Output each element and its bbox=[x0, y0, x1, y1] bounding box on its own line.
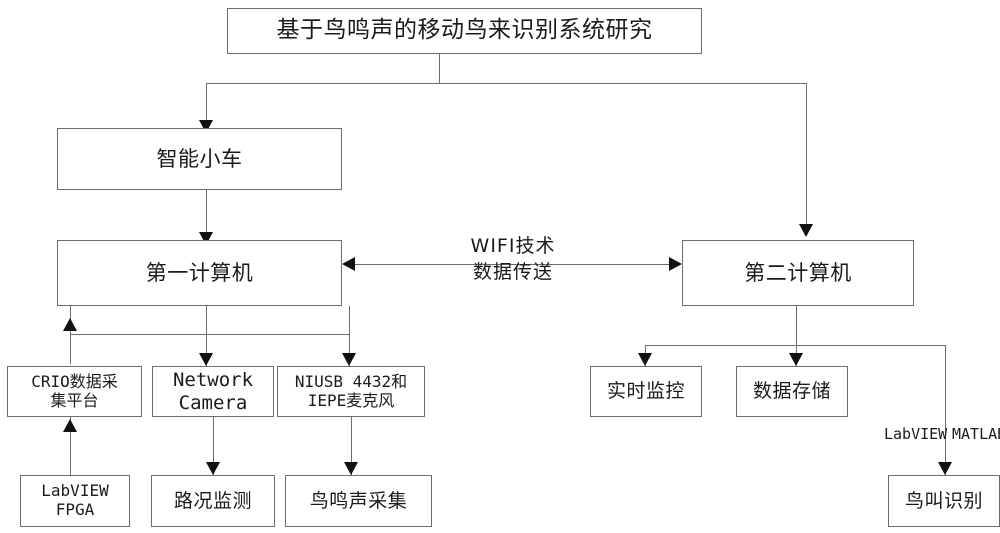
connector-computer2-stem bbox=[796, 306, 797, 345]
connector-computer1-bus-stem-mid bbox=[206, 306, 207, 334]
arrowhead-wifi-to-computer1 bbox=[342, 257, 355, 271]
arrowhead-title-to-computer2 bbox=[799, 224, 813, 237]
node-data-storage: 数据存储 bbox=[736, 366, 848, 417]
edge-label-labview: LabVIEW bbox=[884, 425, 948, 443]
arrowhead-computer1-to-niusb bbox=[342, 353, 356, 366]
arrowhead-niusb-to-birdsound bbox=[344, 462, 358, 475]
connector-title-to-car bbox=[206, 83, 207, 122]
arrowhead-camera-to-road bbox=[206, 462, 220, 475]
arrowhead-computer2-to-realtime bbox=[638, 353, 652, 366]
arrowhead-wifi-to-computer2 bbox=[669, 257, 682, 271]
node-realtime-monitor: 实时监控 bbox=[590, 366, 702, 417]
edge-label-matlab: MATLAB bbox=[952, 425, 1000, 443]
node-crio-platform: CRIO数据采 集平台 bbox=[7, 366, 142, 417]
arrowhead-computer2-to-birdcall bbox=[938, 462, 952, 475]
flowchart-canvas: 基于鸟鸣声的移动鸟来识别系统研究 智能小车 第一计算机 第二计算机 WIFI技术… bbox=[0, 0, 1000, 533]
node-niusb-mic: NIUSB 4432和 IEPE麦克风 bbox=[277, 366, 425, 417]
node-smart-car: 智能小车 bbox=[57, 128, 342, 190]
connector-crio-to-computer1 bbox=[70, 334, 71, 364]
arrowhead-crio-to-computer1 bbox=[63, 318, 77, 331]
node-title: 基于鸟鸣声的移动鸟来识别系统研究 bbox=[227, 8, 702, 54]
arrowhead-computer2-to-storage bbox=[789, 353, 803, 366]
connector-car-to-computer1 bbox=[206, 190, 207, 235]
node-bird-sound-collect: 鸟鸣声采集 bbox=[285, 475, 432, 527]
arrowhead-computer1-to-camera bbox=[199, 353, 213, 366]
connector-computer1-bus bbox=[70, 334, 350, 335]
node-computer-first: 第一计算机 bbox=[57, 240, 342, 306]
node-network-camera: Network Camera bbox=[152, 366, 274, 417]
connector-title-bus bbox=[206, 83, 806, 84]
node-labview-fpga: LabVIEW FPGA bbox=[20, 475, 130, 527]
connector-computer2-to-birdcall bbox=[945, 345, 946, 475]
arrowhead-fpga-to-crio bbox=[63, 419, 77, 432]
node-bird-call-recognition: 鸟叫识别 bbox=[888, 475, 1000, 527]
connector-computer1-bus-stem-right bbox=[349, 306, 350, 334]
connector-title-to-computer2 bbox=[806, 83, 807, 226]
node-computer-second: 第二计算机 bbox=[682, 240, 914, 306]
edge-label-wifi: WIFI技术 数据传送 bbox=[470, 235, 556, 283]
node-road-monitor: 路况监测 bbox=[151, 475, 275, 527]
connector-title-stem bbox=[439, 54, 440, 83]
